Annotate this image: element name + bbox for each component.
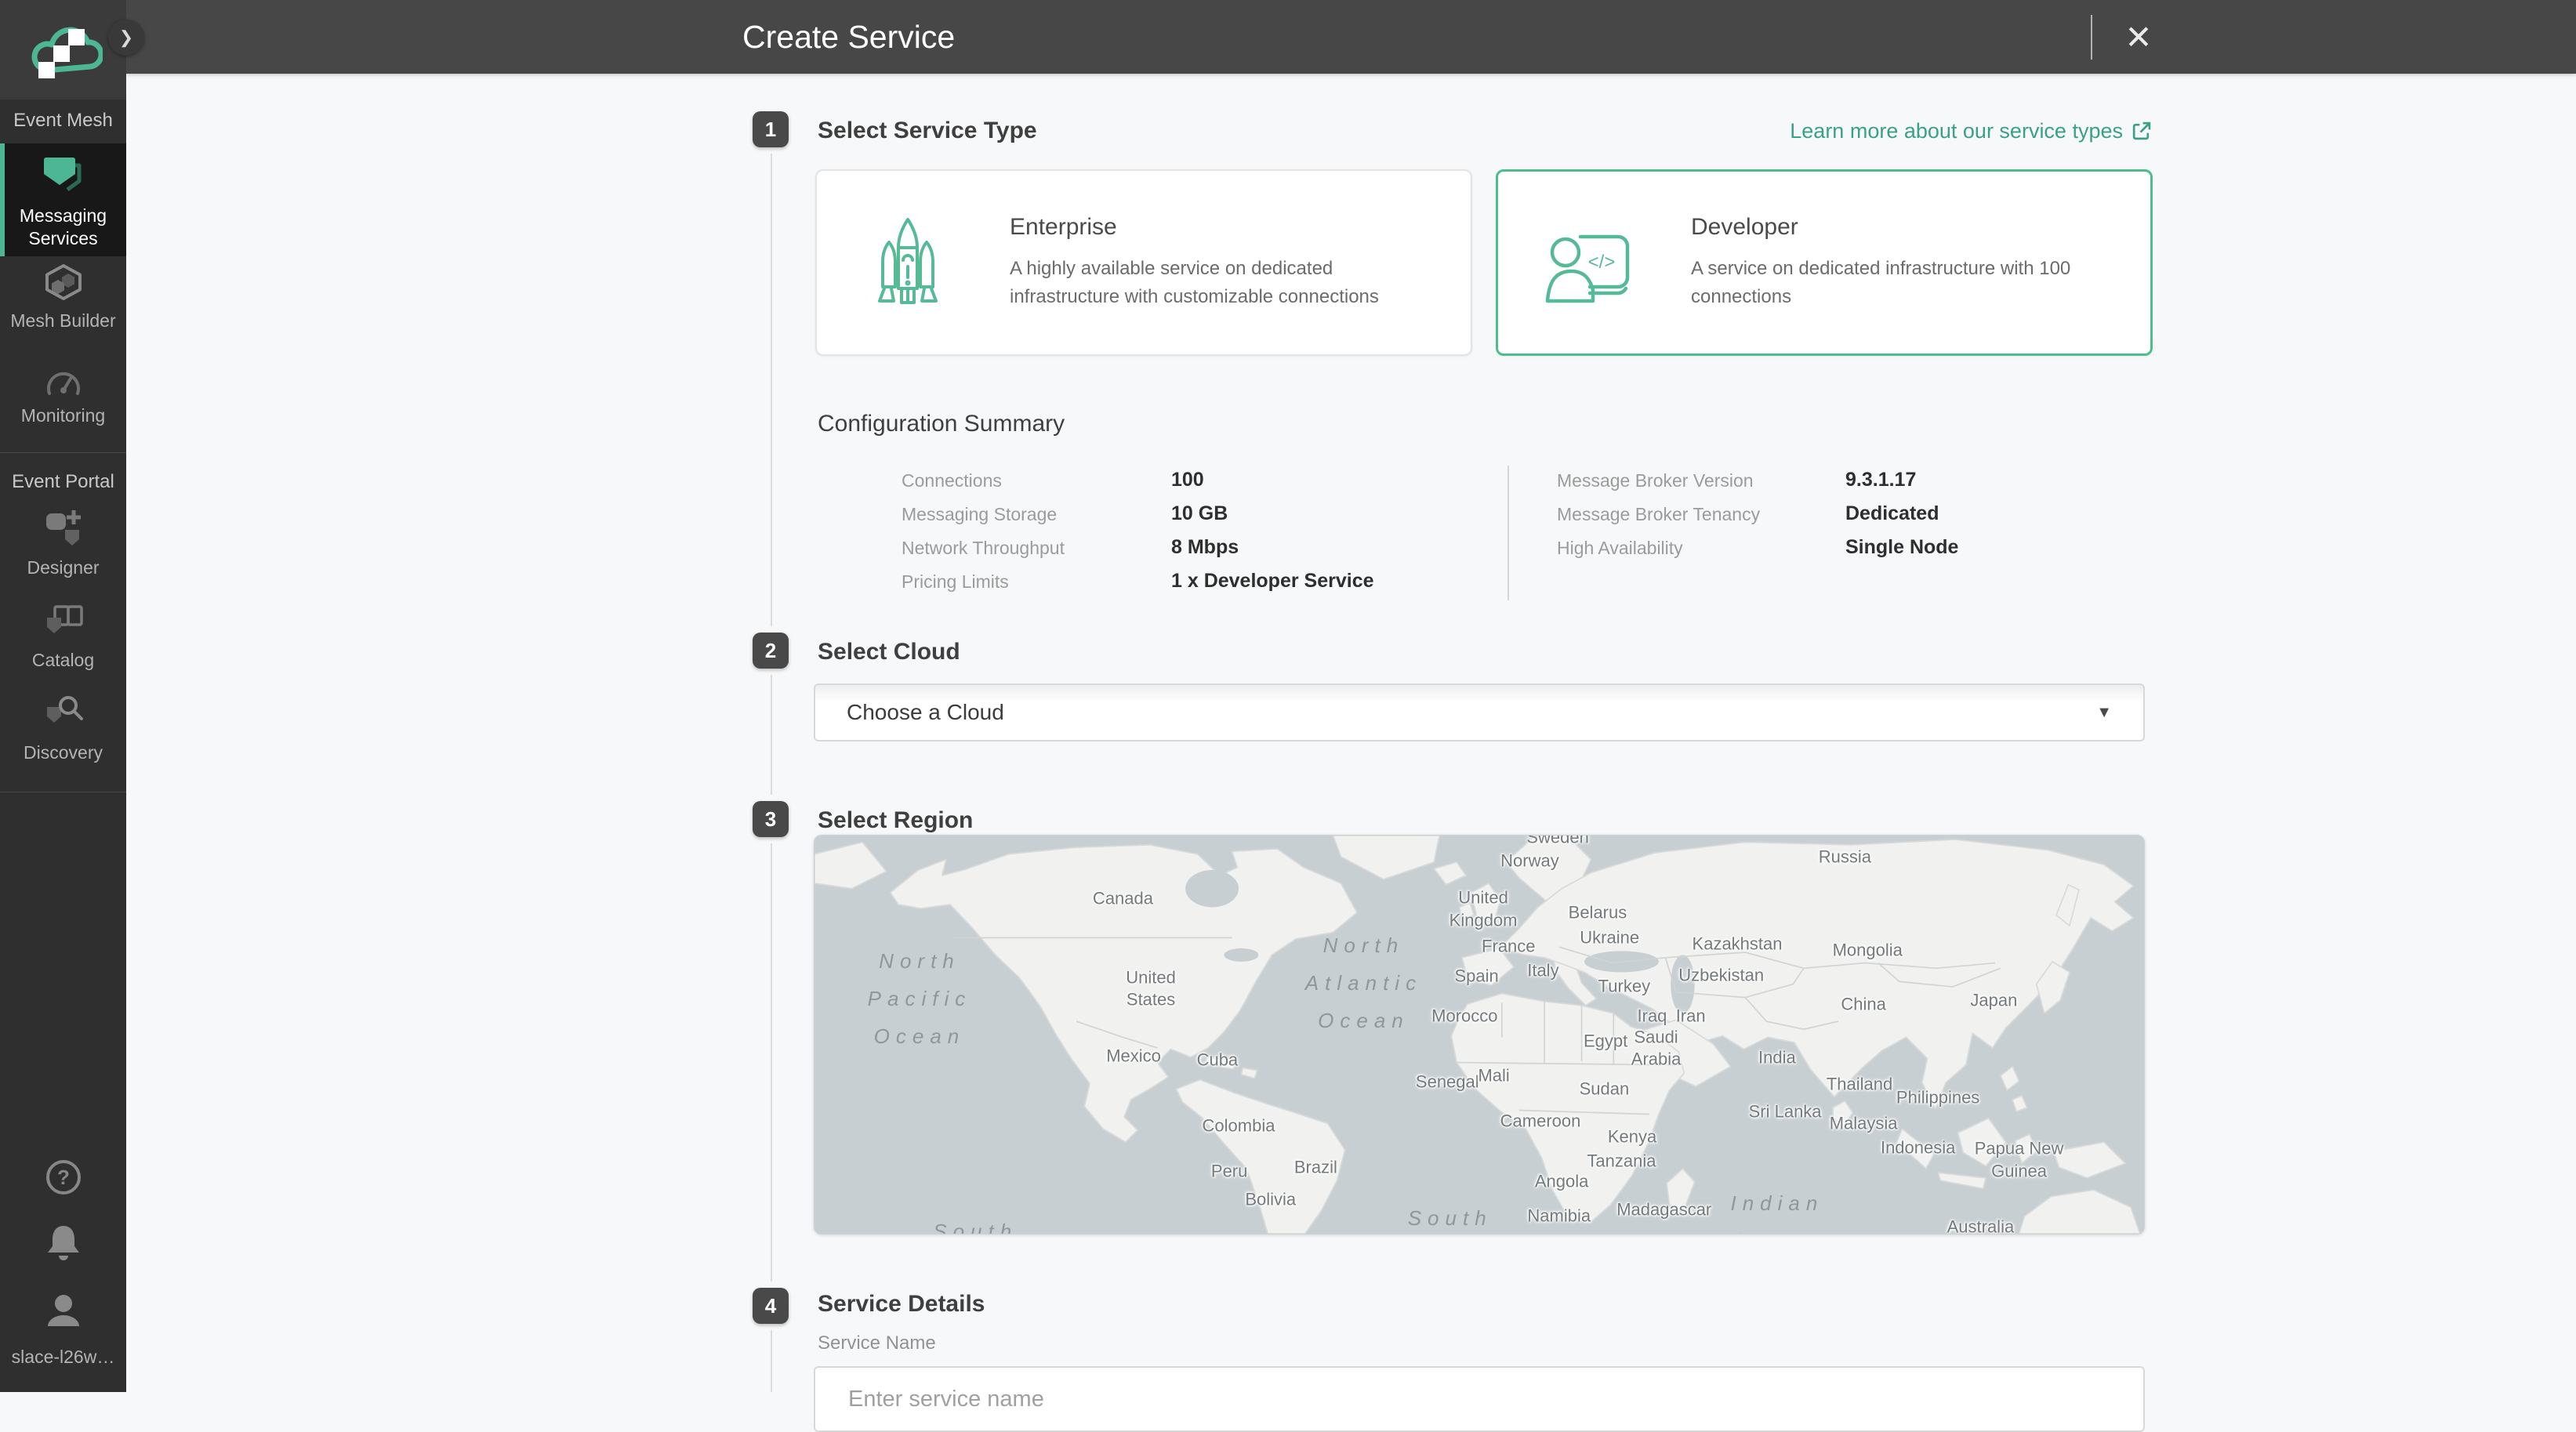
designer-icon: [44, 508, 83, 547]
step-badge-4: 4: [753, 1288, 789, 1324]
step-number: 3: [765, 807, 776, 832]
sidebar-expand-button[interactable]: ❯: [108, 20, 144, 56]
catalog-book-icon: [42, 604, 85, 640]
chevron-down-icon: ▼: [2096, 704, 2112, 722]
close-icon: ✕: [2124, 18, 2152, 56]
avatar-icon: [43, 1292, 84, 1332]
username: slace-l26w…: [0, 1347, 126, 1368]
rocket-icon: [869, 215, 946, 310]
summary-value: 1 x Developer Service: [1171, 570, 1374, 593]
sidebar: Event Mesh Messaging Services Mesh Build…: [0, 0, 126, 1392]
step-connector: [771, 1330, 772, 1392]
sidebar-item-mesh-builder[interactable]: Mesh Builder: [0, 264, 126, 352]
step-connector: [771, 154, 772, 626]
header-divider: [2091, 15, 2092, 60]
summary-label: Messaging Storage: [902, 504, 1057, 525]
summary-label: Network Throughput: [902, 538, 1065, 559]
close-button[interactable]: ✕: [2116, 14, 2161, 60]
hexagon-mesh-icon: [44, 264, 83, 300]
step-title-select-cloud: Select Cloud: [818, 639, 960, 665]
summary-label: Connections: [902, 470, 1002, 491]
step-number: 4: [765, 1294, 776, 1318]
service-name-input[interactable]: [814, 1366, 2145, 1432]
sidebar-item-label: Monitoring: [21, 404, 105, 427]
sidebar-group-event-mesh: Event Mesh: [0, 110, 126, 132]
step-title-select-region: Select Region: [818, 807, 973, 834]
sidebar-item-discovery[interactable]: Discovery: [0, 694, 126, 773]
chevron-right-icon: ❯: [119, 27, 133, 48]
step-number: 1: [765, 118, 776, 142]
svg-text:?: ?: [57, 1166, 70, 1189]
sidebar-item-label: Mesh Builder: [10, 310, 115, 332]
service-type-description: A service on dedicated infrastructure wi…: [1691, 255, 2106, 311]
sidebar-item-label: Designer: [27, 556, 99, 579]
service-type-description: A highly available service on dedicated …: [1010, 255, 1427, 311]
help-icon: ?: [45, 1158, 82, 1196]
page-title: Create Service: [742, 0, 955, 74]
service-type-name: Enterprise: [1010, 214, 1427, 241]
summary-label: Message Broker Tenancy: [1557, 504, 1760, 525]
summary-value: 9.3.1.17: [1845, 469, 1916, 491]
discovery-search-icon: [42, 694, 85, 732]
summary-value: 8 Mbps: [1171, 536, 1239, 559]
service-name-label: Service Name: [818, 1332, 936, 1354]
help-button[interactable]: ?: [0, 1158, 126, 1196]
sidebar-divider: [0, 452, 126, 453]
sidebar-item-label: Discovery: [24, 741, 103, 764]
step-title-service-details: Service Details: [818, 1291, 985, 1318]
cloud-select-dropdown[interactable]: Choose a Cloud ▼: [814, 683, 2145, 741]
bell-icon: [44, 1223, 83, 1263]
learn-more-link[interactable]: Learn more about our service types: [1790, 119, 2152, 143]
summary-value: Dedicated: [1845, 502, 1939, 525]
shield-icon: [43, 156, 84, 195]
world-map-graphic: [815, 836, 2144, 1234]
sidebar-item-messaging-services[interactable]: Messaging Services: [0, 143, 126, 256]
summary-value: Single Node: [1845, 536, 1958, 559]
sidebar-item-label: Catalog: [32, 649, 94, 672]
step-number: 2: [765, 639, 776, 663]
sidebar-item-monitoring[interactable]: Monitoring: [0, 368, 126, 447]
developer-icon: </>: [1544, 221, 1634, 304]
sidebar-group-event-portal: Event Portal: [0, 471, 126, 493]
svg-text:</>: </>: [1588, 252, 1616, 273]
cloud-select-value: Choose a Cloud: [847, 700, 2096, 725]
step-title-select-service-type: Select Service Type: [818, 118, 1037, 144]
step-badge-1: 1: [753, 111, 789, 147]
header: Create Service ✕: [126, 0, 2576, 74]
sidebar-item-catalog[interactable]: Catalog: [0, 604, 126, 679]
step-connector: [771, 843, 772, 1282]
sidebar-item-designer[interactable]: Designer: [0, 508, 126, 589]
step-connector: [771, 675, 772, 795]
gauge-icon: [44, 368, 83, 395]
summary-value: 100: [1171, 469, 1204, 491]
summary-label: High Availability: [1557, 538, 1683, 559]
service-type-name: Developer: [1691, 214, 2106, 241]
app-logo[interactable]: [0, 0, 126, 100]
summary-divider: [1508, 466, 1509, 600]
step-badge-3: 3: [753, 801, 789, 837]
sidebar-item-label: Messaging Services: [0, 205, 126, 250]
config-summary-title: Configuration Summary: [818, 411, 1065, 437]
learn-more-label: Learn more about our service types: [1790, 119, 2123, 143]
notifications-button[interactable]: [0, 1223, 126, 1263]
summary-label: Pricing Limits: [902, 571, 1009, 593]
external-link-icon: [2131, 121, 2152, 142]
service-type-card-developer[interactable]: </> Developer A service on dedicated inf…: [1496, 169, 2153, 356]
summary-value: 10 GB: [1171, 502, 1228, 525]
service-type-card-enterprise[interactable]: Enterprise A highly available service on…: [815, 169, 1472, 356]
summary-label: Message Broker Version: [1557, 470, 1754, 491]
step-badge-2: 2: [753, 633, 789, 669]
solace-cloud-logo-icon: [24, 20, 103, 81]
region-map[interactable]: CanadaUnited StatesMexicoCubaColombiaPer…: [814, 835, 2145, 1234]
user-menu-button[interactable]: [0, 1292, 126, 1332]
